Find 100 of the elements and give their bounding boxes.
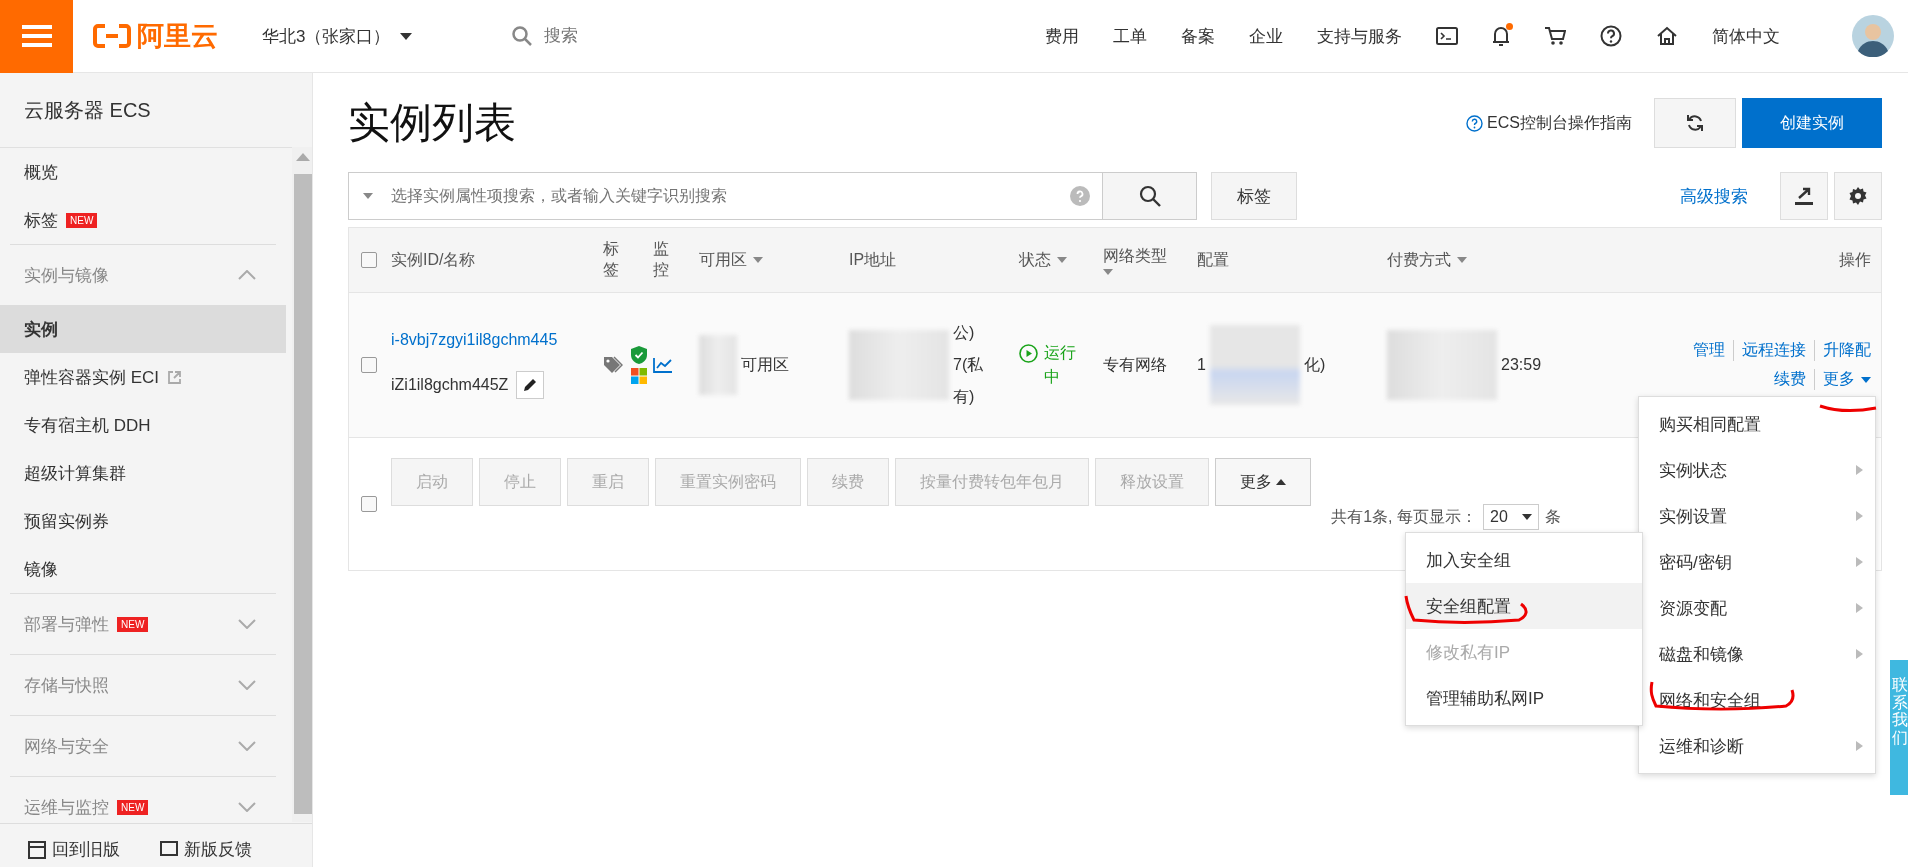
page-title: 实例列表 — [348, 98, 517, 148]
settings-button[interactable] — [1834, 172, 1882, 220]
window-icon — [28, 840, 46, 859]
checkbox[interactable] — [361, 252, 377, 268]
footer-link[interactable]: 新版反馈 — [184, 838, 252, 861]
item-label[interactable]: 运维和诊断 — [1659, 734, 1744, 758]
ip-text: 公) — [953, 323, 976, 343]
sidebar-item[interactable]: 预留实例券 — [0, 497, 286, 545]
message-icon — [160, 840, 178, 859]
sidebar-item[interactable]: 实例 — [0, 305, 286, 353]
search-icon — [1138, 185, 1161, 207]
tag-icon[interactable] — [603, 356, 623, 374]
help-icon — [1070, 186, 1090, 206]
language-selector[interactable]: 简体中文 — [1712, 24, 1780, 48]
menu-button[interactable] — [0, 0, 73, 73]
item-label[interactable]: 实例状态 — [1659, 458, 1727, 482]
edit-button[interactable] — [516, 371, 545, 399]
menu-item[interactable]: 安全组配置 — [1406, 583, 1642, 629]
new-badge: NEW — [117, 616, 149, 632]
chevron-down-icon[interactable] — [238, 741, 256, 751]
item-label[interactable]: 实例设置 — [1659, 504, 1727, 528]
region-selector[interactable]: 华北3（张家口） — [262, 24, 413, 48]
status-text: 运行中 — [1044, 343, 1077, 387]
sidebar-item[interactable]: 概览 — [0, 148, 286, 196]
pagination-summary: 共有1条, 每页显示： — [1331, 506, 1477, 527]
sort-caret-icon[interactable] — [1457, 257, 1467, 263]
pencil-icon — [522, 377, 539, 393]
avatar-icon[interactable] — [1852, 15, 1894, 57]
menu-item[interactable]: 加入安全组 — [1406, 537, 1642, 583]
config-text: 1 — [1197, 355, 1206, 375]
checkbox[interactable] — [361, 357, 377, 373]
shield-icon — [631, 346, 647, 364]
refresh-icon — [1686, 114, 1704, 132]
chevron-up-icon[interactable] — [238, 270, 256, 280]
chevron-down-icon[interactable] — [238, 802, 256, 812]
nav-link[interactable]: 支持与服务 — [1317, 24, 1402, 48]
nav-link[interactable]: 备案 — [1181, 24, 1215, 48]
zone-text: 可用区 — [741, 354, 789, 375]
instance-id-link[interactable]: i-8vbj7zgyi1il8gchm445 — [391, 331, 603, 349]
guide-link[interactable]: ECS控制台操作指南 — [1487, 112, 1632, 134]
action-link[interactable]: 续费 — [1774, 369, 1806, 390]
nav-link[interactable]: 费用 — [1045, 24, 1079, 48]
column-header[interactable]: 状态 — [1019, 249, 1103, 271]
home-icon[interactable] — [1656, 26, 1678, 46]
caret-icon[interactable] — [363, 193, 373, 199]
sort-caret-icon[interactable] — [1103, 268, 1113, 275]
payment-text: 23:59 — [1501, 356, 1542, 374]
column-header: IP地址 — [849, 249, 898, 270]
create-instance-button[interactable]: 创建实例 — [1742, 98, 1882, 148]
submenu-arrow-icon — [1856, 465, 1863, 475]
export-button[interactable] — [1780, 172, 1828, 220]
bell-icon[interactable] — [1492, 25, 1510, 47]
sort-caret-icon[interactable] — [1057, 257, 1067, 263]
refresh-button[interactable] — [1654, 98, 1736, 148]
cart-icon[interactable] — [1544, 26, 1566, 46]
action-link[interactable]: 更多 — [1823, 369, 1855, 390]
item-label: 弹性容器实例 ECI — [24, 366, 160, 389]
advanced-search-link[interactable]: 高级搜索 — [1680, 184, 1748, 208]
caret-icon — [1522, 514, 1532, 520]
nav-link[interactable]: 企业 — [1249, 24, 1283, 48]
scroll-up-icon[interactable] — [296, 153, 310, 161]
column-header: 监控 — [653, 239, 670, 280]
network-type: 专有网络 — [1103, 354, 1168, 375]
chevron-down-icon[interactable] — [238, 619, 256, 629]
item-label[interactable]: 资源变配 — [1659, 596, 1727, 620]
column-header[interactable]: 付费方式 — [1387, 249, 1597, 271]
sort-caret-icon[interactable] — [753, 257, 763, 263]
settings-icon — [1849, 187, 1867, 205]
caret-icon — [1861, 376, 1871, 383]
terminal-icon[interactable] — [1436, 27, 1458, 45]
more-button[interactable]: 更多 — [1215, 458, 1311, 506]
search-button[interactable] — [1103, 172, 1197, 220]
help-icon[interactable] — [1600, 25, 1622, 47]
action-link[interactable]: 升降配 — [1814, 340, 1871, 361]
item-label[interactable]: 密码/密钥 — [1659, 550, 1732, 574]
search-box[interactable]: 选择实例属性项搜索，或者输入关键字识别搜索 — [348, 172, 1103, 220]
column-header[interactable]: 网络类型 — [1103, 245, 1197, 275]
hand-drawn-underline — [1818, 402, 1878, 414]
item-label[interactable]: 磁盘和镜像 — [1659, 642, 1744, 666]
column-header[interactable]: 可用区 — [699, 249, 849, 271]
menu-item[interactable]: 管理辅助私网IP — [1406, 675, 1642, 721]
sidebar-item[interactable]: 超级计算集群 — [0, 449, 286, 497]
column-header: 配置 — [1197, 249, 1230, 270]
checkbox[interactable] — [361, 496, 377, 512]
menu-item[interactable]: 购买相同配置 — [1639, 401, 1875, 447]
action-link[interactable]: 远程连接 — [1733, 340, 1806, 361]
column-header: 实例ID/名称 — [391, 249, 477, 270]
windows-icon — [631, 368, 647, 384]
action-link[interactable]: 管理 — [1693, 340, 1725, 361]
submenu-arrow-icon — [1856, 511, 1863, 521]
sidebar-item[interactable]: 镜像 — [0, 545, 286, 593]
footer-link[interactable]: 回到旧版 — [52, 838, 120, 861]
chevron-down-icon[interactable] — [238, 680, 256, 690]
page-size-select[interactable]: 20 — [1483, 504, 1539, 530]
chart-icon[interactable] — [653, 357, 673, 373]
tag-button[interactable]: 标签 — [1211, 172, 1297, 220]
sidebar-item[interactable]: 专有宿主机 DDH — [0, 401, 286, 449]
item-label: 标签 — [24, 209, 58, 232]
nav-link[interactable]: 工单 — [1113, 24, 1147, 48]
submenu-arrow-icon — [1856, 557, 1863, 567]
